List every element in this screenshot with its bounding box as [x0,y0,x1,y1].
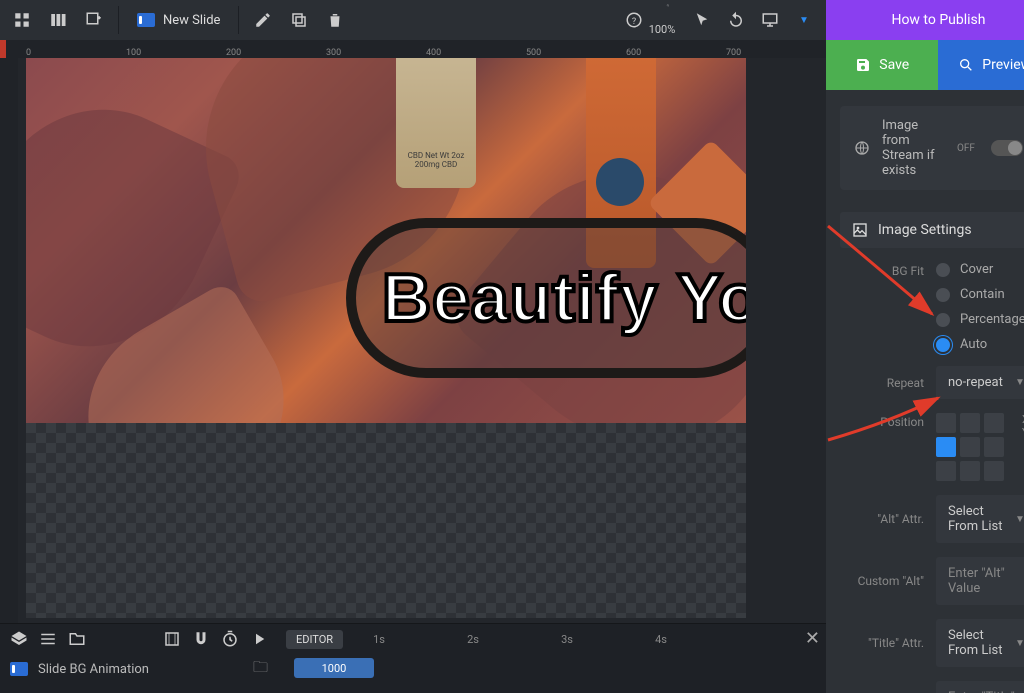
top-toolbar: New Slide ? 100% ▼ [0,0,826,40]
title-attr-select[interactable]: Select From List▼ [936,619,1024,667]
timeline-row-label: Slide BG Animation [38,662,149,677]
chevron-down-icon: ▼ [1015,514,1024,525]
add-slide-icon[interactable] [78,4,110,36]
folder-open-icon[interactable]: 🗀 [253,657,268,682]
title-attr-label: "Title" Attr. [840,636,936,650]
timer-icon[interactable] [217,626,243,652]
stream-label: Image from Stream if exists [882,118,945,178]
position-grid[interactable] [936,413,1004,481]
chevron-down-icon: ▼ [1015,638,1024,649]
play-icon[interactable] [246,626,272,652]
bgfit-option-contain[interactable]: Contain [936,287,1024,302]
folder-icon[interactable] [64,626,90,652]
custom-title-input[interactable]: Enter "Title" Value [936,681,1024,693]
image-settings-header[interactable]: Image Settings [840,212,1024,248]
repeat-select[interactable]: no-repeat▼ [936,366,1024,399]
headline-badge[interactable]: Beautify Yours [346,218,746,378]
ruler-origin-marker [0,40,6,58]
close-icon[interactable]: ✕ [805,628,820,649]
zoom-button[interactable]: 100% [652,4,684,36]
pointer-icon[interactable] [686,4,718,36]
bgfit-option-cover[interactable]: Cover [936,262,1024,277]
film-icon[interactable] [159,626,185,652]
edit-icon[interactable] [247,4,279,36]
help-icon[interactable]: ? [618,4,650,36]
editor-badge[interactable]: EDITOR [286,630,343,649]
canvas-stage[interactable]: CBD Net Wt 2oz 200mg CBD Beautify Yours [18,58,826,623]
globe-icon [854,140,870,156]
delete-icon[interactable] [319,4,351,36]
timeline-keyframe[interactable]: 1000 [294,658,374,678]
zoom-value: 100% [649,23,676,36]
chevron-down-icon: ▼ [1015,377,1024,388]
bgfit-label: BG Fit [840,262,936,278]
bgfit-option-auto[interactable]: Auto [936,337,1024,352]
headline-text: Beautify Yours [382,259,746,337]
stream-toggle[interactable] [991,140,1023,156]
canvas-transparent-area [26,423,746,618]
alt-attr-select[interactable]: Select From List▼ [936,495,1024,543]
how-to-publish-button[interactable]: How to Publish [826,0,1024,40]
timeline-row[interactable]: Slide BG Animation 🗀 [0,654,278,684]
dropdown-caret-icon[interactable]: ▼ [788,4,820,36]
columns-icon[interactable] [42,4,74,36]
custom-alt-input[interactable]: Enter "Alt" Value [936,557,1024,605]
new-slide-button[interactable]: New Slide [127,13,230,28]
toggle-off-label: OFF [957,143,975,154]
svg-text:?: ? [632,17,636,27]
preview-button[interactable]: Preview [938,40,1024,90]
stream-toggle-row: Image from Stream if exists OFF [840,106,1024,190]
timeline-panel: Slide BG Animation 🗀 EDITOR 1s 2s 3s 4s … [0,623,826,693]
ruler-vertical [0,58,18,623]
layers-icon[interactable] [6,626,32,652]
custom-alt-label: Custom "Alt" [840,574,936,588]
undo-icon[interactable] [720,4,752,36]
slide-background-image[interactable]: CBD Net Wt 2oz 200mg CBD Beautify Yours [26,58,746,423]
position-label: Position [840,413,936,429]
bgfit-option-percentage[interactable]: Percentage [936,312,1024,327]
grid-view-icon[interactable] [6,4,38,36]
image-icon [852,222,868,238]
repeat-label: Repeat [840,376,936,390]
list-icon[interactable] [35,626,61,652]
save-button[interactable]: Save [826,40,938,90]
desktop-icon[interactable] [754,4,786,36]
copy-icon[interactable] [283,4,315,36]
slide-icon [137,13,155,27]
magnet-icon[interactable] [188,626,214,652]
position-grid-selected[interactable] [936,437,956,457]
slide-icon [10,662,28,676]
ruler-horizontal: 0100200300400500600700 [0,40,826,58]
alt-attr-label: "Alt" Attr. [840,512,936,526]
new-slide-label: New Slide [163,13,220,28]
